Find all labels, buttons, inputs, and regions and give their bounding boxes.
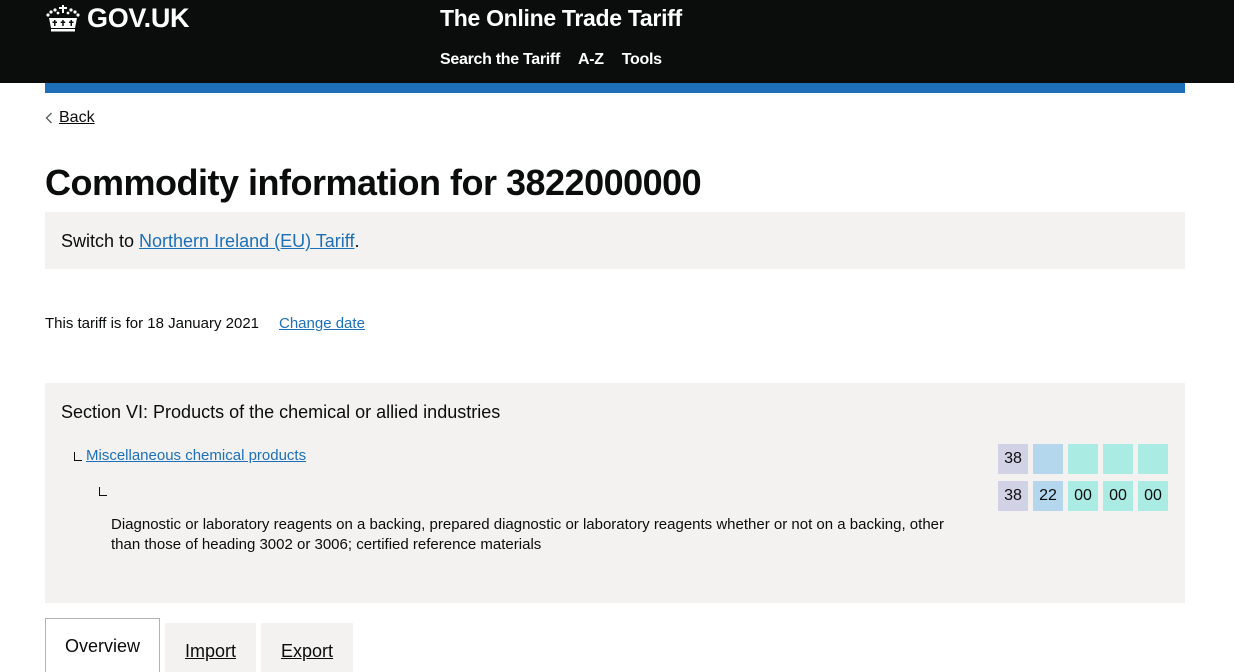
back-link-container: Back (45, 108, 95, 128)
chapter-code-row: 38 (998, 444, 1168, 474)
change-date-link[interactable]: Change date (279, 314, 365, 334)
page-title: Commodity information for 3822000000 (45, 162, 702, 203)
commodity-description: Diagnostic or laboratory reagents on a b… (111, 516, 944, 553)
header-accent-bar (45, 83, 1185, 93)
logo-text: GOV.UK (87, 3, 190, 33)
chapter-row: Miscellaneous chemical products (74, 446, 306, 466)
tab-overview[interactable]: Overview (45, 618, 161, 672)
chevron-left-icon (45, 112, 52, 124)
switch-suffix: . (354, 231, 360, 251)
back-link[interactable]: Back (59, 108, 95, 128)
crown-icon (46, 5, 80, 32)
code-segment-subheading (1138, 444, 1168, 474)
northern-ireland-tariff-link[interactable]: Northern Ireland (EU) Tariff (139, 231, 354, 251)
tab-import[interactable]: Import (165, 623, 257, 672)
switch-tariff-panel: Switch to Northern Ireland (EU) Tariff. (45, 212, 1185, 269)
code-segment-subheading: 00 (1068, 481, 1098, 511)
site-header: GOV.UK The Online Trade Tariff Search th… (0, 0, 1234, 83)
nav-search-the-tariff[interactable]: Search the Tariff (440, 50, 560, 70)
code-segment-heading: 22 (1033, 481, 1063, 511)
commodity-code-row: 38 22 00 00 00 (998, 481, 1168, 511)
tree-branch-icon (99, 487, 107, 496)
tree-branch-icon (74, 451, 82, 461)
code-segment-heading (1033, 444, 1063, 474)
tariff-date-row: This tariff is for 18 January 2021 Chang… (45, 314, 365, 334)
code-segment-chapter: 38 (998, 481, 1028, 511)
section-title: Section VI: Products of the chemical or … (61, 402, 501, 422)
commodity-tabs: Overview Import Export (45, 618, 358, 672)
code-segment-subheading (1068, 444, 1098, 474)
commodity-hierarchy-panel: Section VI: Products of the chemical or … (45, 383, 1185, 603)
nav-tools[interactable]: Tools (622, 50, 662, 70)
code-segment-chapter: 38 (998, 444, 1028, 474)
govuk-logo-link[interactable]: GOV.UK (45, 2, 190, 34)
code-segment-subheading: 00 (1103, 481, 1133, 511)
code-segment-subheading (1103, 444, 1133, 474)
service-name-link[interactable]: The Online Trade Tariff (440, 4, 682, 32)
chapter-link[interactable]: Miscellaneous chemical products (86, 446, 306, 466)
header-nav: Search the Tariff A-Z Tools (440, 50, 662, 70)
nav-a-z[interactable]: A-Z (578, 50, 604, 70)
code-segment-subheading: 00 (1138, 481, 1168, 511)
tariff-date-text: This tariff is for 18 January 2021 (45, 315, 259, 332)
tab-export[interactable]: Export (261, 623, 354, 672)
switch-prefix: Switch to (61, 231, 140, 251)
